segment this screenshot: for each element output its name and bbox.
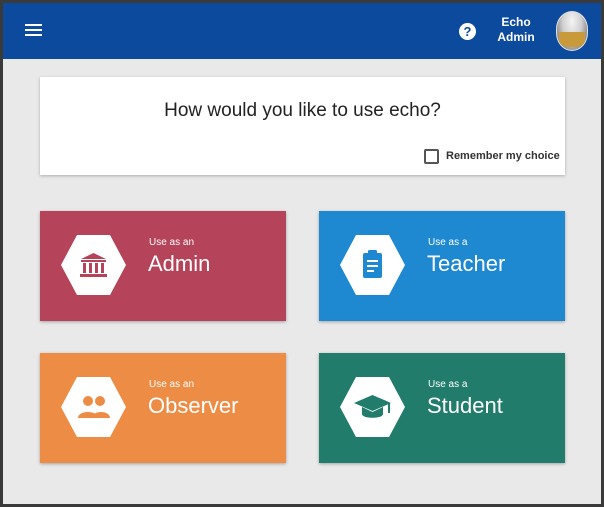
institution-icon (60, 234, 127, 296)
role-name-admin: Admin (148, 251, 211, 276)
remember-choice[interactable]: Remember my choice (424, 146, 560, 166)
remember-checkbox[interactable] (424, 148, 439, 164)
help-icon[interactable]: ? (459, 23, 476, 40)
role-pre-observer: Use as an (149, 379, 195, 390)
menu-icon[interactable] (25, 24, 42, 37)
app-frame: ? Echo Admin How would you like to use e… (0, 0, 604, 507)
user-first-name: Echo (501, 15, 531, 29)
remember-label: Remember my choice (446, 150, 560, 162)
top-bar: ? Echo Admin (3, 3, 601, 59)
role-card-teacher[interactable]: Use as a Teacher (319, 211, 565, 321)
role-card-admin[interactable]: Use as an Admin (40, 211, 286, 321)
role-name-student: Student (427, 393, 503, 418)
question-card: How would you like to use echo? Remember… (40, 77, 565, 175)
role-pre-teacher: Use as a (428, 237, 468, 248)
user-last-name: Admin (497, 30, 535, 44)
avatar-liquid (559, 32, 585, 47)
role-pre-admin: Use as an (149, 237, 195, 248)
user-name[interactable]: Echo Admin (491, 15, 541, 45)
clipboard-icon (339, 234, 406, 296)
role-card-student[interactable]: Use as a Student (319, 353, 565, 463)
people-icon (60, 376, 127, 438)
role-card-observer[interactable]: Use as an Observer (40, 353, 286, 463)
page-title: How would you like to use echo? (164, 100, 441, 121)
graduation-cap-icon (339, 376, 406, 438)
avatar[interactable] (556, 11, 588, 51)
role-name-observer: Observer (148, 393, 239, 418)
role-name-teacher: Teacher (427, 251, 506, 276)
role-pre-student: Use as a (428, 379, 468, 390)
